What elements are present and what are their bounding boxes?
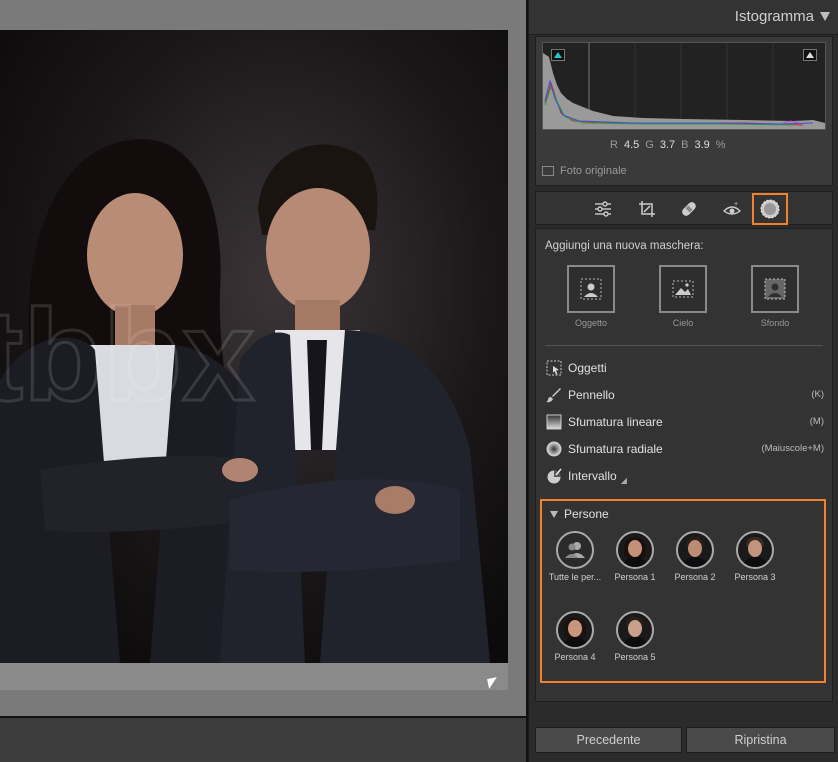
range-icon	[546, 468, 562, 484]
percent-unit: %	[715, 139, 726, 151]
right-panel: Istogramma R 4.5 G 3.7 B 3.9 % Foto orig…	[529, 0, 838, 762]
mouse-cursor-icon	[487, 677, 499, 689]
sky-icon	[672, 280, 694, 298]
person-5-avatar	[616, 611, 654, 649]
histogram-header[interactable]: Istogramma	[529, 0, 838, 35]
person-2-avatar	[676, 531, 714, 569]
linear-gradient-shortcut: (M)	[809, 416, 824, 427]
original-photo-label: Foto originale	[560, 165, 627, 177]
expand-triangle-icon[interactable]	[550, 510, 558, 518]
masking-icon[interactable]	[752, 193, 788, 225]
person-2-label: Persona 2	[674, 572, 716, 582]
person-4[interactable]: Persona 4	[545, 611, 605, 662]
histogram-title: Istogramma	[734, 8, 814, 25]
svg-text:+: +	[734, 201, 738, 208]
objects-option[interactable]: Oggetti	[546, 358, 607, 378]
redeye-icon[interactable]: +	[719, 196, 745, 222]
person-4-avatar	[556, 611, 594, 649]
sliders-icon[interactable]	[590, 196, 616, 222]
person-3-label: Persona 3	[734, 572, 776, 582]
reset-button[interactable]: Ripristina	[686, 727, 835, 753]
histogram-panel: R 4.5 G 3.7 B 3.9 % Foto originale	[535, 36, 833, 186]
crop-icon[interactable]	[634, 196, 660, 222]
people-icon	[565, 542, 585, 558]
person-2[interactable]: Persona 2	[665, 531, 725, 582]
bottom-toolbar	[0, 718, 528, 762]
previous-button[interactable]: Precedente	[535, 727, 682, 753]
person-all[interactable]: Tutte le per...	[545, 531, 605, 582]
shadow-clipping-icon[interactable]	[551, 49, 565, 61]
objects-icon	[546, 360, 562, 376]
tool-strip: +	[535, 191, 833, 225]
brush-label: Pennello	[568, 388, 615, 402]
checkbox-icon[interactable]	[542, 166, 554, 176]
objects-label: Oggetti	[568, 361, 607, 375]
portrait-photo[interactable]: tbbx	[0, 30, 508, 663]
highlight-clipping-icon[interactable]	[803, 49, 817, 61]
person-1-label: Persona 1	[614, 572, 656, 582]
background-mask-button[interactable]	[751, 265, 799, 313]
masking-panel: Aggiungi una nuova maschera: Oggetto Cie…	[535, 228, 833, 702]
subject-icon	[580, 278, 602, 300]
people-section: Persone Tutte le per... Persona 1 Person…	[540, 499, 826, 683]
linear-gradient-icon	[546, 414, 562, 430]
subject-label: Oggetto	[574, 318, 608, 328]
person-3-avatar	[736, 531, 774, 569]
person-1[interactable]: Persona 1	[605, 531, 665, 582]
histogram-curve	[543, 43, 825, 129]
r-label: R	[610, 139, 618, 151]
person-3[interactable]: Persona 3	[725, 531, 785, 582]
brush-option[interactable]: Pennello	[546, 385, 615, 405]
people-title: Persone	[564, 507, 609, 521]
divider	[545, 345, 823, 346]
subject-mask-button[interactable]	[567, 265, 615, 313]
r-value: 4.5	[623, 139, 640, 151]
radial-gradient-option[interactable]: Sfumatura radiale	[546, 439, 663, 459]
person-5-label: Persona 5	[614, 652, 656, 662]
sky-mask-button[interactable]	[659, 265, 707, 313]
photo-workspace: tbbx	[0, 0, 528, 762]
all-people-avatar	[556, 531, 594, 569]
radial-gradient-icon	[546, 441, 562, 457]
photo-illustration: tbbx	[0, 30, 508, 663]
person-4-label: Persona 4	[554, 652, 596, 662]
radial-gradient-shortcut: (Maiuscole+M)	[761, 443, 824, 454]
person-5[interactable]: Persona 5	[605, 611, 665, 662]
radial-gradient-label: Sfumatura radiale	[568, 442, 663, 456]
collapse-triangle-icon[interactable]	[820, 12, 830, 21]
add-mask-title: Aggiungi una nuova maschera:	[545, 240, 704, 252]
histogram-graph[interactable]	[542, 42, 826, 130]
g-label: G	[645, 139, 654, 151]
range-option[interactable]: Intervallo ◢	[546, 466, 627, 486]
linear-gradient-option[interactable]: Sfumatura lineare	[546, 412, 663, 432]
person-all-label: Tutte le per...	[548, 572, 602, 582]
people-header[interactable]: Persone	[550, 507, 609, 521]
panel-spacer	[529, 702, 838, 720]
linear-gradient-label: Sfumatura lineare	[568, 415, 663, 429]
background-icon	[764, 278, 786, 300]
canvas-margin	[0, 663, 508, 690]
background-label: Sfondo	[760, 318, 790, 328]
photo-canvas[interactable]: tbbx	[0, 0, 528, 718]
svg-text:tbbx: tbbx	[0, 282, 254, 428]
original-photo-toggle[interactable]: Foto originale	[542, 165, 627, 177]
b-value: 3.9	[694, 139, 710, 151]
rgb-readout: R 4.5 G 3.7 B 3.9 %	[610, 139, 726, 151]
g-value: 3.7	[659, 139, 676, 151]
brush-icon	[546, 387, 562, 403]
range-dropdown-icon[interactable]: ◢	[621, 476, 627, 485]
b-label: B	[681, 139, 689, 151]
sky-label: Cielo	[672, 318, 694, 328]
brush-shortcut: (K)	[811, 389, 824, 400]
range-label: Intervallo	[568, 469, 617, 483]
person-1-avatar	[616, 531, 654, 569]
healing-icon[interactable]	[676, 196, 702, 222]
